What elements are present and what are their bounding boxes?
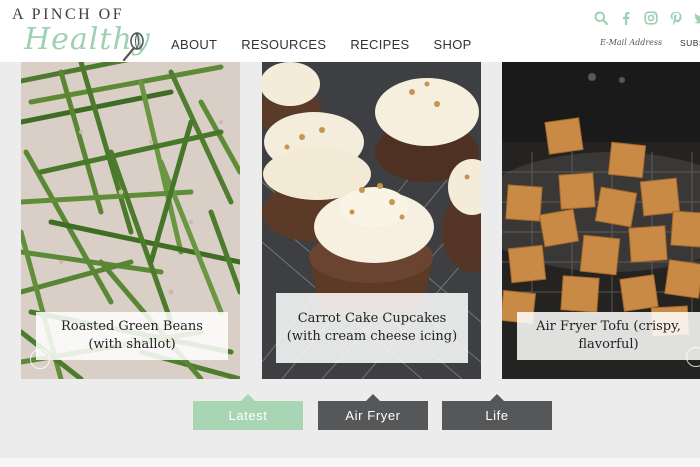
main-nav: ABOUT RESOURCES RECIPES SHOP [171,37,472,52]
site-logo[interactable]: A PINCH OF Healthy [12,4,152,64]
facebook-icon[interactable] [619,11,633,25]
whisk-icon [122,32,144,62]
search-icon[interactable] [594,11,608,25]
nav-item-resources[interactable]: RESOURCES [241,37,326,52]
subscribe-button[interactable]: SUBS [680,38,700,48]
recipe-card-green-beans[interactable]: Roasted Green Beans (with shallot) [21,62,240,379]
nav-item-shop[interactable]: SHOP [434,37,472,52]
nav-item-recipes[interactable]: RECIPES [350,37,409,52]
prev-arrow-icon[interactable] [30,349,50,369]
pinterest-icon[interactable] [669,11,683,25]
recipe-title: Carrot Cake Cupcakes (with cream cheese … [276,293,468,363]
recipe-title: Roasted Green Beans (with shallot) [36,312,228,360]
tab-life[interactable]: Life [442,394,552,430]
next-arrow-icon[interactable] [686,347,700,367]
nav-item-about[interactable]: ABOUT [171,37,217,52]
recipe-title: Air Fryer Tofu (crispy, flavorful) [517,312,700,360]
tab-air-fryer[interactable]: Air Fryer [318,394,428,430]
twitter-icon[interactable] [694,11,700,25]
email-field[interactable]: E-Mail Address [600,38,662,47]
site-header: A PINCH OF Healthy ABOUT RESOURCES RECIP… [0,0,700,62]
recipe-card-carrot-cake-cupcakes[interactable]: Carrot Cake Cupcakes (with cream cheese … [262,62,481,379]
recipe-card-air-fryer-tofu[interactable]: Air Fryer Tofu (crispy, flavorful) [502,62,700,379]
social-icons [594,11,700,25]
instagram-icon[interactable] [644,11,658,25]
tab-latest[interactable]: Latest [193,394,303,430]
page-footer-strip [0,458,700,467]
